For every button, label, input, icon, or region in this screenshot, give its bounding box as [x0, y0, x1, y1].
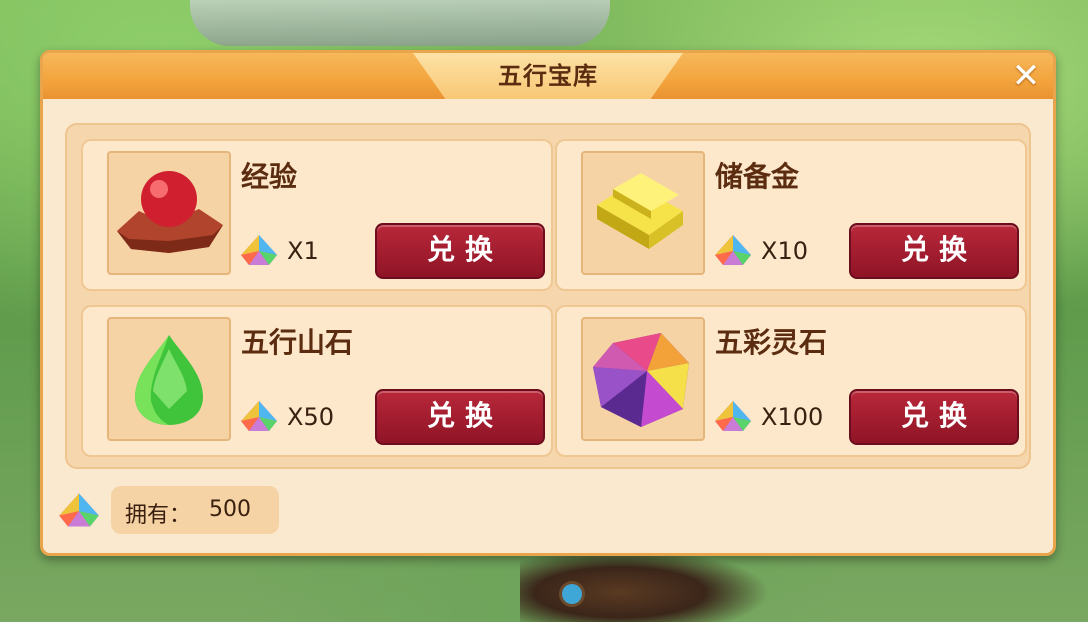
rainbow-crystal-icon [241, 401, 277, 431]
item-icon-box [107, 151, 231, 275]
gold-bars-icon [597, 173, 683, 249]
background-character [520, 548, 770, 622]
rainbow-crystal-icon [715, 235, 751, 265]
red-pearl-icon [117, 171, 223, 253]
close-button[interactable]: ✕ [1009, 59, 1043, 93]
exchange-button[interactable]: 兑换 [375, 223, 545, 279]
item-cost: X50 [287, 403, 334, 431]
item-name: 储备金 [715, 160, 800, 193]
rainbow-crystal-icon [59, 493, 99, 527]
exchange-button[interactable]: 兑换 [849, 223, 1019, 279]
item-name: 五行山石 [241, 326, 354, 359]
item-icon-box [581, 317, 705, 441]
item-card-rainbow-stone: 五彩灵石 X100 兑换 [555, 305, 1027, 457]
dialog-title: 五行宝库 [498, 62, 598, 90]
owned-currency-box: 拥有： 500 [111, 486, 279, 534]
item-name: 经验 [241, 160, 298, 193]
treasury-dialog: 五行宝库 ✕ 经验 X1 兑换 储备金 X10 兑换 五行山石 X50 兑换 五… [40, 50, 1056, 556]
item-cost: X10 [761, 237, 808, 265]
background-stone [190, 0, 610, 46]
exchange-button[interactable]: 兑换 [849, 389, 1019, 445]
item-icon-box [107, 317, 231, 441]
item-cost: X100 [761, 403, 824, 431]
item-cost: X1 [287, 237, 319, 265]
owned-label: 拥有： [125, 503, 192, 528]
rainbow-crystal-icon [241, 235, 277, 265]
rainbow-stone-icon [593, 333, 689, 427]
character-gem [562, 584, 582, 604]
item-name: 五彩灵石 [715, 326, 828, 359]
item-card-gold: 储备金 X10 兑换 [555, 139, 1027, 291]
green-gem-icon [135, 335, 203, 425]
owned-value: 500 [209, 497, 251, 522]
exchange-button[interactable]: 兑换 [375, 389, 545, 445]
item-card-stone: 五行山石 X50 兑换 [81, 305, 553, 457]
item-card-exp: 经验 X1 兑换 [81, 139, 553, 291]
rainbow-crystal-icon [715, 401, 751, 431]
items-grid: 经验 X1 兑换 储备金 X10 兑换 五行山石 X50 兑换 五彩灵石 X10… [65, 123, 1031, 469]
item-icon-box [581, 151, 705, 275]
